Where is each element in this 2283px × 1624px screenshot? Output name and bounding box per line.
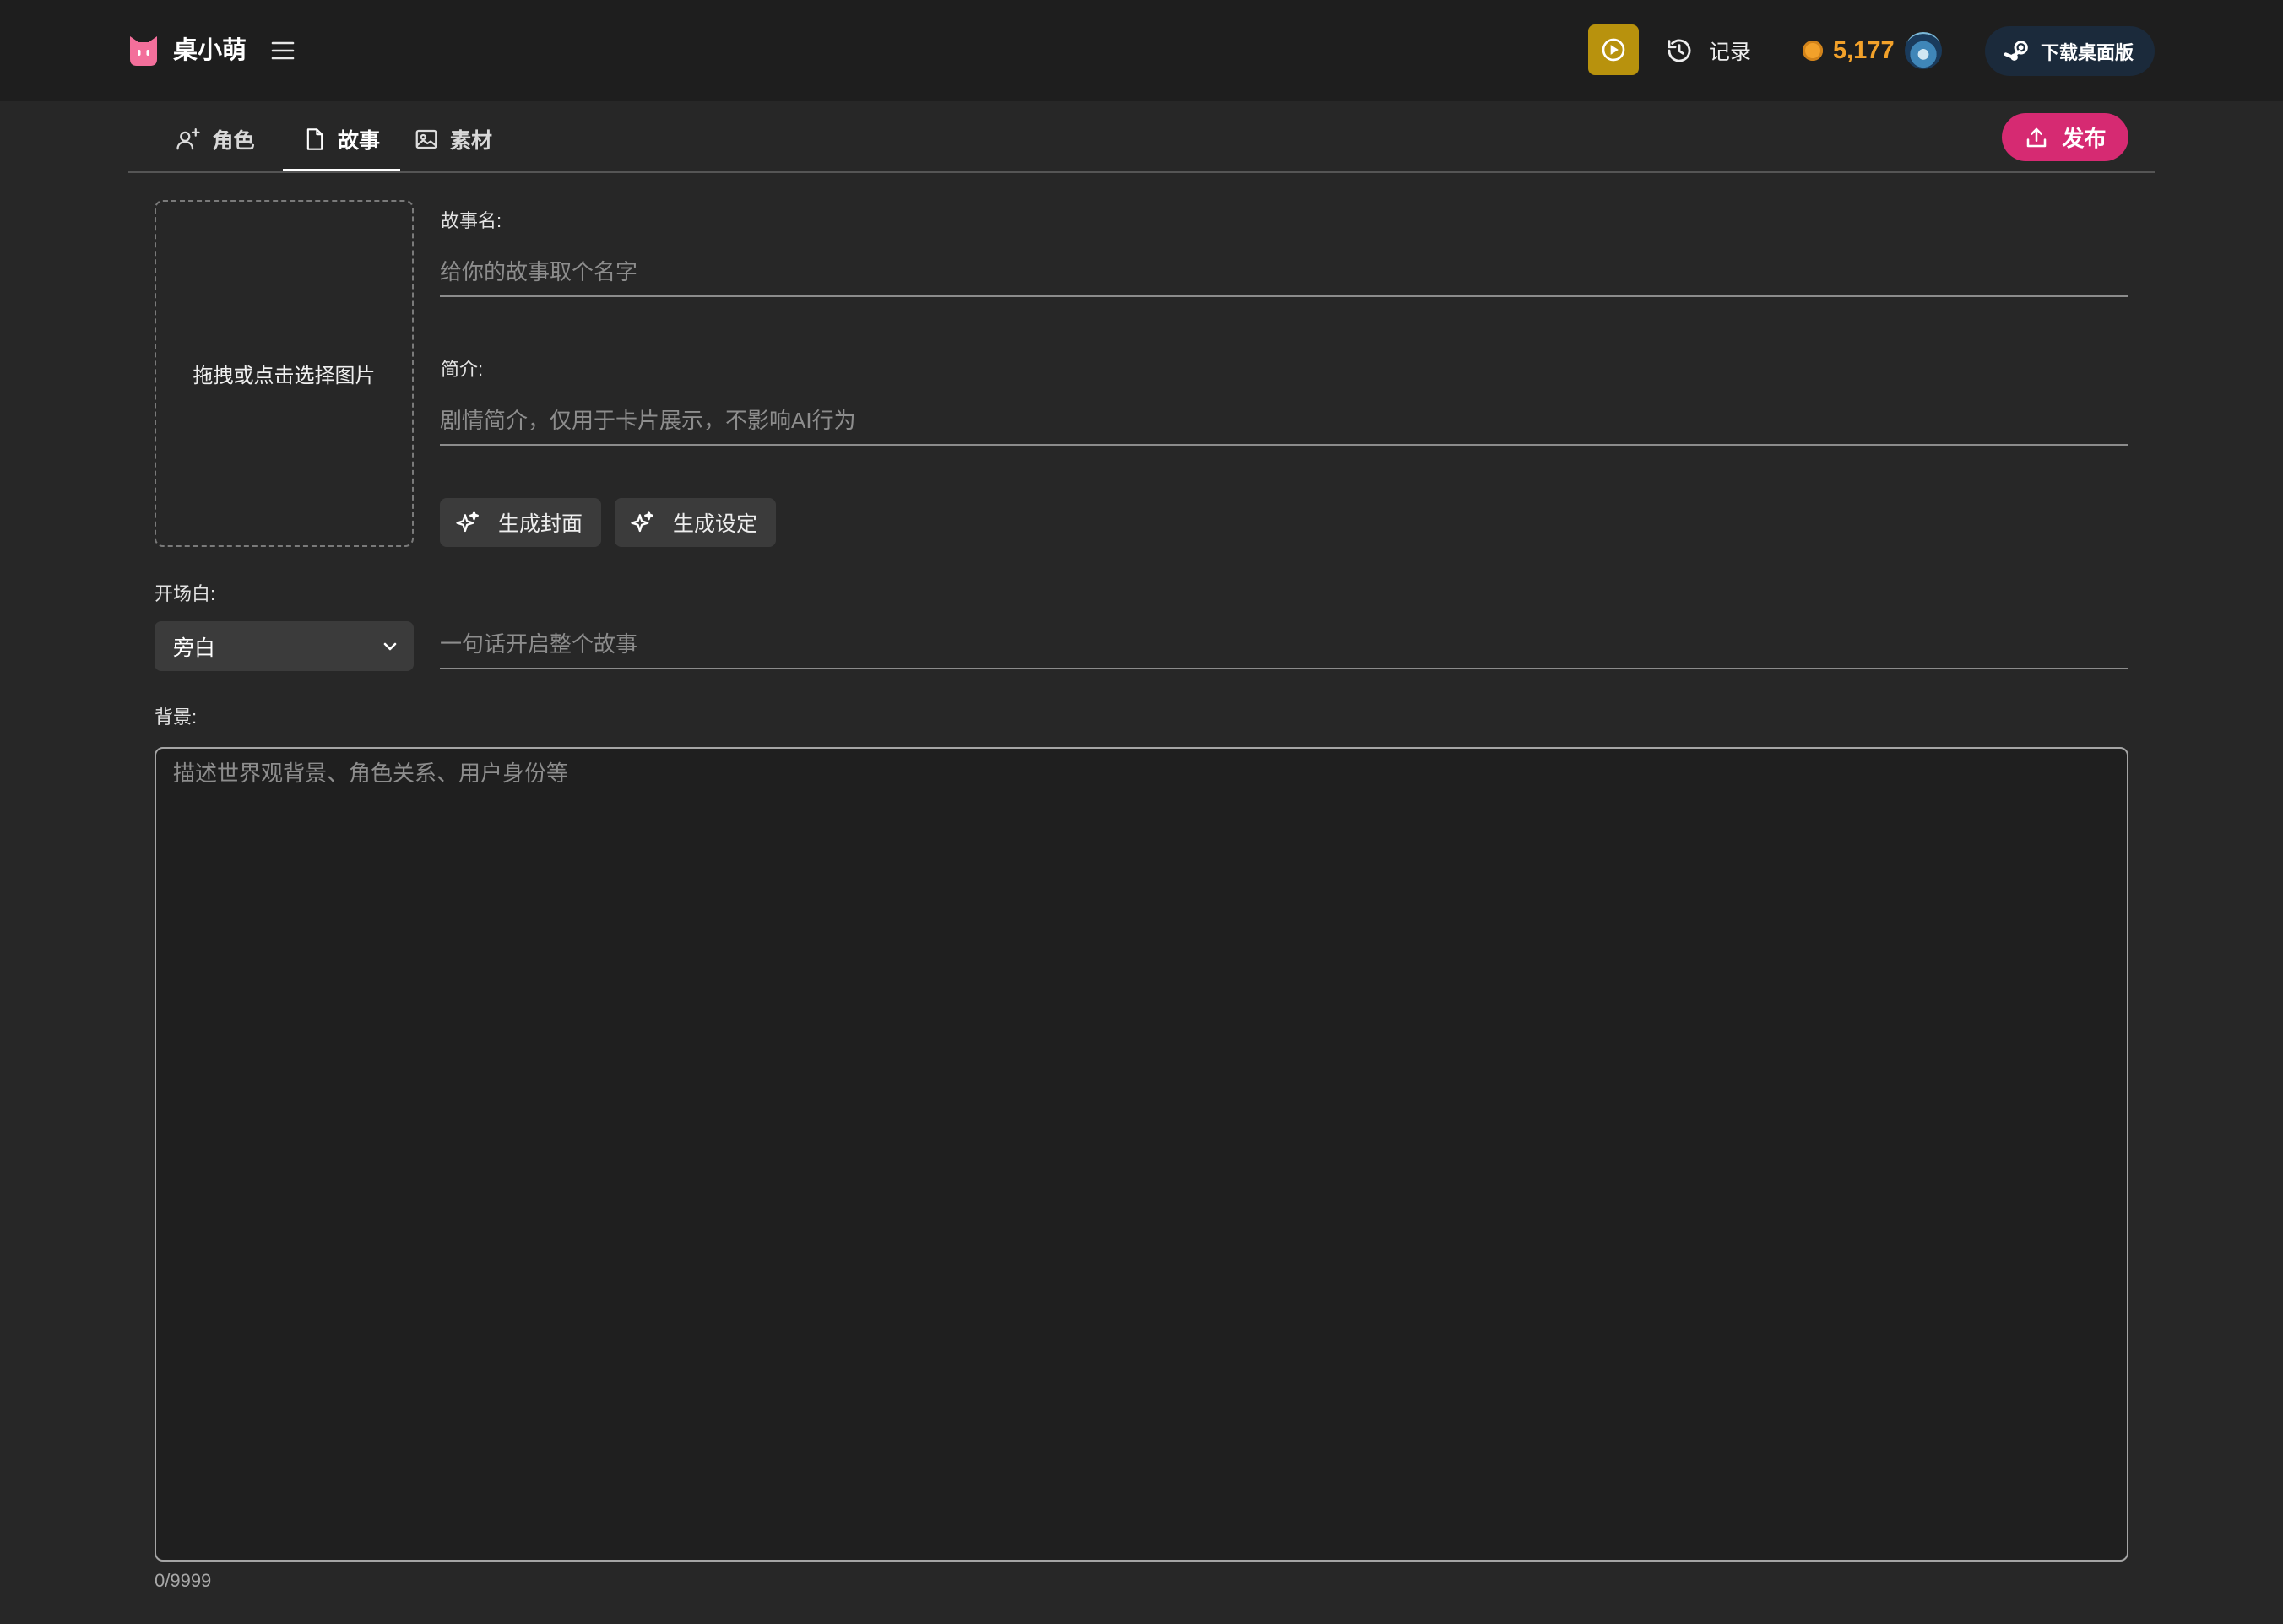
coin-icon [1803,41,1823,61]
sparkles-icon [455,510,480,535]
pink-cat-logo-icon[interactable] [127,34,160,68]
document-icon [303,127,327,152]
publish-label: 发布 [2062,126,2107,151]
sparkles-icon [630,510,655,535]
tab-characters[interactable]: 角色 [160,110,270,171]
tab-story[interactable]: 故事 [283,110,400,171]
generate-settings-label: 生成设定 [673,512,758,536]
avatar[interactable] [1905,32,1942,69]
download-desktop-button[interactable]: 下载桌面版 [1985,26,2155,76]
generate-cover-button[interactable]: 生成封面 [440,498,601,547]
image-icon [414,127,439,152]
intro-label: 简介: [441,359,484,380]
download-label: 下载桌面版 [2041,41,2134,63]
hamburger-menu-icon[interactable] [270,39,296,62]
tab-assets[interactable]: 素材 [400,110,506,171]
steam-icon [2004,38,2031,65]
tab-divider [128,171,2155,173]
opening-label: 开场白: [155,583,216,604]
speaker-select-value: 旁白 [173,636,216,660]
story-name-input[interactable] [440,249,2128,297]
publish-button[interactable]: 发布 [2002,113,2128,161]
tab-label: 角色 [212,129,255,153]
background-label: 背景: [155,706,198,728]
history-button[interactable]: 记录 [1665,32,1751,69]
generate-cover-label: 生成封面 [498,512,583,536]
top-header: 桌小萌 记录 5,177 下载桌面版 [0,0,2283,101]
play-circle-icon [1600,36,1627,63]
tab-label: 故事 [337,129,380,153]
chevron-down-icon [380,636,400,657]
story-name-label: 故事名: [441,210,502,231]
brand-name[interactable]: 桌小萌 [173,34,247,68]
coin-balance[interactable]: 5,177 [1833,35,1895,66]
generate-settings-button[interactable]: 生成设定 [615,498,776,547]
upload-icon [2024,125,2049,150]
intro-input[interactable] [440,398,2128,446]
dropzone-label: 拖拽或点击选择图片 [193,365,376,387]
cover-image-dropzone[interactable]: 拖拽或点击选择图片 [155,200,414,547]
character-counter: 0/9999 [155,1570,212,1591]
tab-label: 素材 [449,129,492,153]
history-clock-icon [1665,36,1694,65]
background-textarea[interactable] [155,747,2128,1562]
opening-line-input[interactable] [440,621,2128,669]
person-add-icon [176,127,201,152]
history-label: 记录 [1709,41,1752,64]
play-button[interactable] [1588,24,1639,75]
speaker-select[interactable]: 旁白 [155,621,414,671]
